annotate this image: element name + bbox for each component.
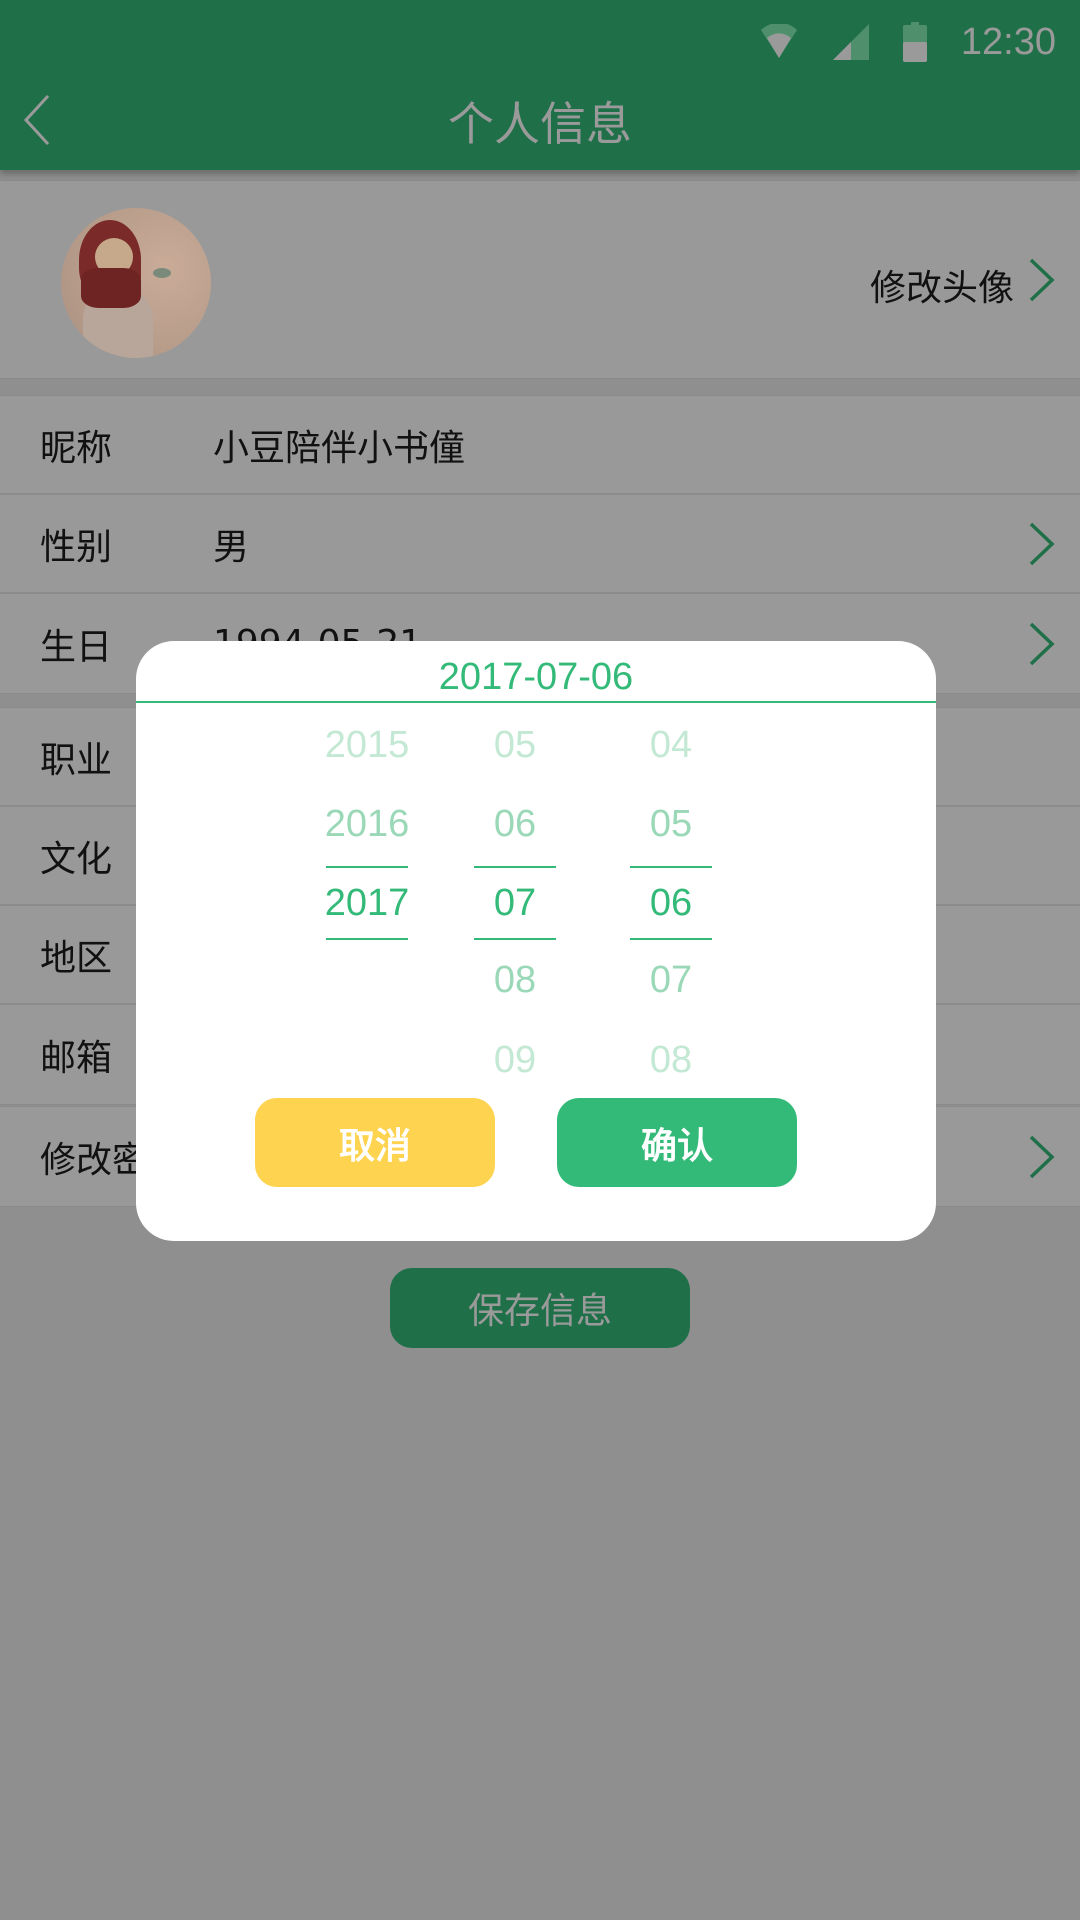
selection-line — [630, 938, 712, 940]
row-nickname[interactable]: 昵称 小豆陪伴小书僮 — [0, 396, 1080, 495]
status-bar: 12:30 — [759, 18, 1056, 66]
avatar-section[interactable]: 修改头像 — [0, 180, 1080, 379]
row-label: 生日 — [40, 626, 113, 668]
wheel-item-selected[interactable]: 2017 — [296, 873, 438, 933]
chevron-right-icon — [1029, 622, 1055, 665]
wheel-item[interactable]: 08 — [600, 1030, 742, 1090]
row-label: 性别 — [40, 526, 113, 568]
row-label: 地区 — [40, 937, 113, 979]
wheel-item[interactable]: 09 — [444, 1030, 586, 1090]
selection-line — [326, 866, 408, 868]
app-bar: 12:30 个人信息 — [0, 0, 1080, 170]
wheel-item[interactable]: 08 — [444, 950, 586, 1010]
wheel-item[interactable]: 06 — [444, 794, 586, 854]
gender-value: 男 — [213, 526, 250, 568]
status-time: 12:30 — [960, 20, 1056, 63]
wheel-item[interactable]: 2015 — [296, 715, 438, 775]
avatar — [61, 208, 211, 358]
wheel-item-selected[interactable]: 06 — [600, 873, 742, 933]
wheel-item[interactable]: 05 — [600, 794, 742, 854]
chevron-right-icon — [1029, 258, 1055, 302]
page-title: 个人信息 — [448, 97, 632, 151]
wifi-icon — [760, 24, 797, 58]
selection-line — [630, 866, 712, 868]
row-gender[interactable]: 性别 男 — [0, 495, 1080, 594]
selection-line — [474, 938, 556, 940]
wheel-item[interactable]: 2016 — [296, 794, 438, 854]
chevron-right-icon — [1029, 522, 1055, 565]
cell-signal-icon — [832, 24, 869, 60]
nickname-value: 小豆陪伴小书僮 — [213, 427, 466, 469]
wheel-item[interactable]: 07 — [600, 950, 742, 1010]
save-button[interactable]: 保存信息 — [390, 1268, 690, 1348]
selection-line — [326, 938, 408, 940]
battery-icon — [902, 22, 927, 62]
chevron-right-icon — [1029, 1135, 1055, 1178]
edit-avatar-label[interactable]: 修改头像 — [870, 259, 1014, 311]
date-picker-dialog: 2017-07-06 2015 2016 2017 05 06 07 08 09… — [136, 641, 936, 1241]
wheel-item-selected[interactable]: 07 — [444, 873, 586, 933]
row-label: 邮箱 — [40, 1037, 113, 1079]
selection-line — [474, 866, 556, 868]
row-label: 文化 — [40, 838, 113, 880]
row-label: 职业 — [40, 739, 113, 781]
wheel-item[interactable]: 04 — [600, 715, 742, 775]
row-label: 昵称 — [40, 427, 113, 469]
confirm-button[interactable]: 确认 — [557, 1098, 797, 1187]
wheel-item[interactable]: 05 — [444, 715, 586, 775]
cancel-button[interactable]: 取消 — [255, 1098, 495, 1187]
